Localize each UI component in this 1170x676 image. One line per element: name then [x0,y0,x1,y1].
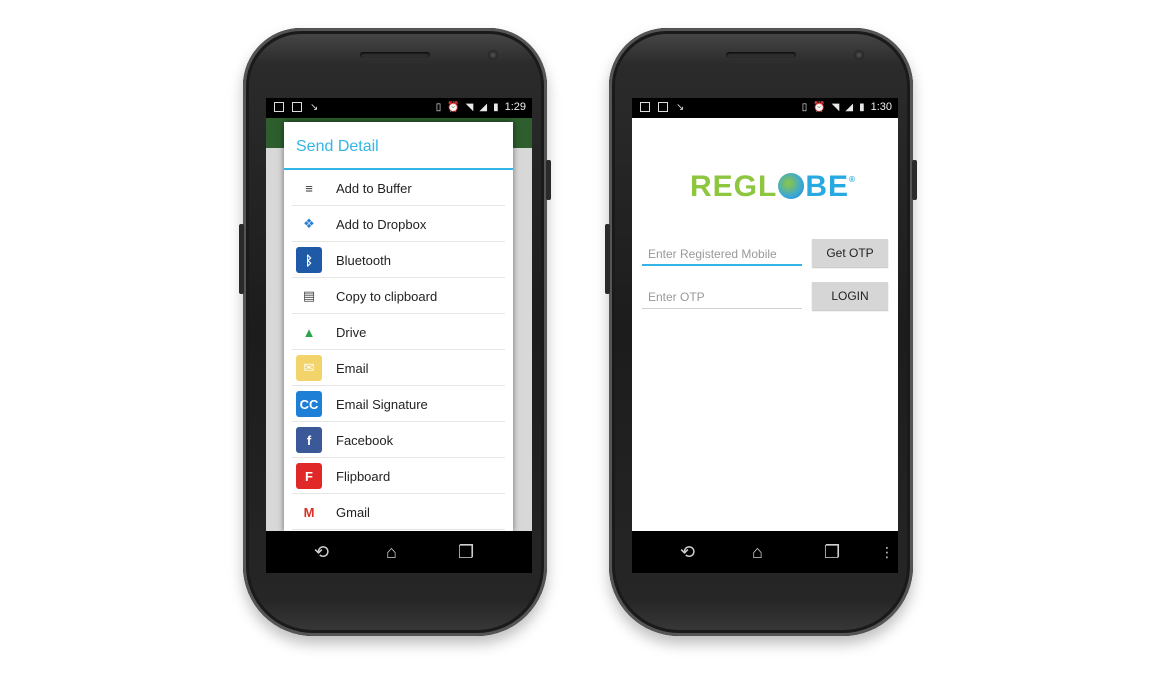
drive-icon: ▲ [296,319,322,345]
recent-apps-icon[interactable]: ❐ [824,543,840,561]
image-notification-icon [640,102,650,112]
share-item-label: Add to Buffer [336,180,412,196]
signal-icon: ◢ [479,101,488,113]
share-item-label: Gmail [336,504,370,520]
mobile-field-underline [642,264,802,266]
recent-apps-icon[interactable]: ❐ [458,543,474,561]
share-item[interactable]: ▲ Drive [284,314,513,350]
home-icon[interactable]: ⌂ [752,543,763,561]
volume-button[interactable] [239,224,244,294]
email-signature-icon: CC [296,391,322,417]
navigation-bar: ⟲ ⌂ ❐ [266,531,532,573]
back-icon[interactable]: ⟲ [680,543,695,561]
battery-icon: ▮ [493,101,499,113]
menu-icon[interactable]: ⋮ [880,543,894,561]
dialog-title: Send Detail [284,122,513,170]
share-item[interactable]: f Facebook [284,422,513,458]
volume-button[interactable] [605,224,610,294]
share-item[interactable]: ▤ Copy to clipboard [284,278,513,314]
flipboard-icon: F [296,463,322,489]
share-item-label: Facebook [336,432,394,448]
share-item[interactable]: F Flipboard [284,458,513,494]
share-item-label: Copy to clipboard [336,288,438,304]
share-item[interactable]: ❖ Add to Dropbox [284,206,513,242]
status-time: 1:29 [504,101,526,113]
login-button[interactable]: LOGIN [812,282,888,310]
share-item-label: Drive [336,324,367,340]
dropbox-icon: ❖ [296,211,322,237]
status-time: 1:30 [870,101,892,113]
left-screen: ↘ ▯ ⏰ ◥ ◢ ▮ 1:29 Send Detail ≡ Add to Buf… [266,98,532,573]
mail-notification-icon [292,102,302,112]
share-item[interactable]: ≡ Add to Buffer [284,170,513,206]
alarm-icon: ⏰ [447,101,460,113]
battery-icon: ▮ [859,101,865,113]
alarm-icon: ⏰ [813,101,826,113]
share-item-label: Flipboard [336,468,391,484]
share-item[interactable]: ᛒ Bluetooth [284,242,513,278]
image-notification-icon [274,102,284,112]
get-otp-button[interactable]: Get OTP [812,239,888,267]
share-item[interactable]: CC Email Signature [284,386,513,422]
share-item-label: Add to Dropbox [336,216,427,232]
right-screen: ↘ ▯ ⏰ ◥ ◢ ▮ 1:30 REGL BE® Enter Registere… [632,98,898,573]
reglobe-logo: REGL BE® [690,170,856,204]
logo-text-part1: REGL [690,170,778,203]
left-phone: ↘ ▯ ⏰ ◥ ◢ ▮ 1:29 Send Detail ≡ Add to Buf… [239,28,551,636]
speaker-grille [726,52,796,58]
email-icon: ✉ [296,355,322,381]
back-icon[interactable]: ⟲ [314,543,329,561]
missed-call-icon: ↘ [310,102,319,113]
power-button[interactable] [546,160,551,200]
share-dialog: Send Detail ≡ Add to Buffer ❖ Add to Dropbo… [284,122,513,532]
mobile-field-placeholder: Enter Registered Mobile [648,247,777,261]
status-bar: ↘ ▯ ⏰ ◥ ◢ ▮ 1:29 [266,98,532,118]
share-item-label: Email [336,360,369,376]
clipboard-icon: ▤ [296,283,322,309]
divider [292,529,505,530]
signal-icon: ◢ [845,101,854,113]
otp-field-placeholder: Enter OTP [648,290,705,304]
mail-notification-icon [658,102,668,112]
logo-text-part2: BE [805,170,850,203]
share-item[interactable]: M Gmail [284,494,513,530]
share-item-label: Email Signature [336,396,428,412]
facebook-icon: f [296,427,322,453]
wifi-icon: ◥ [831,101,840,113]
right-phone: ↘ ▯ ⏰ ◥ ◢ ▮ 1:30 REGL BE® Enter Registere… [605,28,917,636]
login-screen: REGL BE® Enter Registered Mobile Get OTP … [632,118,898,531]
power-button[interactable] [912,160,917,200]
battery-small-icon: ▯ [801,101,808,113]
speaker-grille [360,52,430,58]
share-item-label: Bluetooth [336,252,391,268]
registered-mark: ® [849,175,856,184]
otp-field-underline [642,308,802,309]
wifi-icon: ◥ [465,101,474,113]
front-camera [488,50,498,60]
otp-field[interactable]: Enter OTP [642,285,802,309]
globe-icon [778,173,805,199]
home-icon[interactable]: ⌂ [386,543,397,561]
navigation-bar: ⟲ ⌂ ❐ ⋮ [632,531,898,573]
bluetooth-icon: ᛒ [296,247,322,273]
front-camera [854,50,864,60]
status-bar: ↘ ▯ ⏰ ◥ ◢ ▮ 1:30 [632,98,898,118]
battery-small-icon: ▯ [435,101,442,113]
share-list: ≡ Add to Buffer ❖ Add to Dropbox ᛒ Bluetooth ▤… [284,170,513,530]
mobile-field[interactable]: Enter Registered Mobile [642,242,802,266]
gmail-icon: M [296,499,322,525]
share-item[interactable]: ✉ Email [284,350,513,386]
missed-call-icon: ↘ [676,102,685,113]
buffer-icon: ≡ [296,175,322,201]
